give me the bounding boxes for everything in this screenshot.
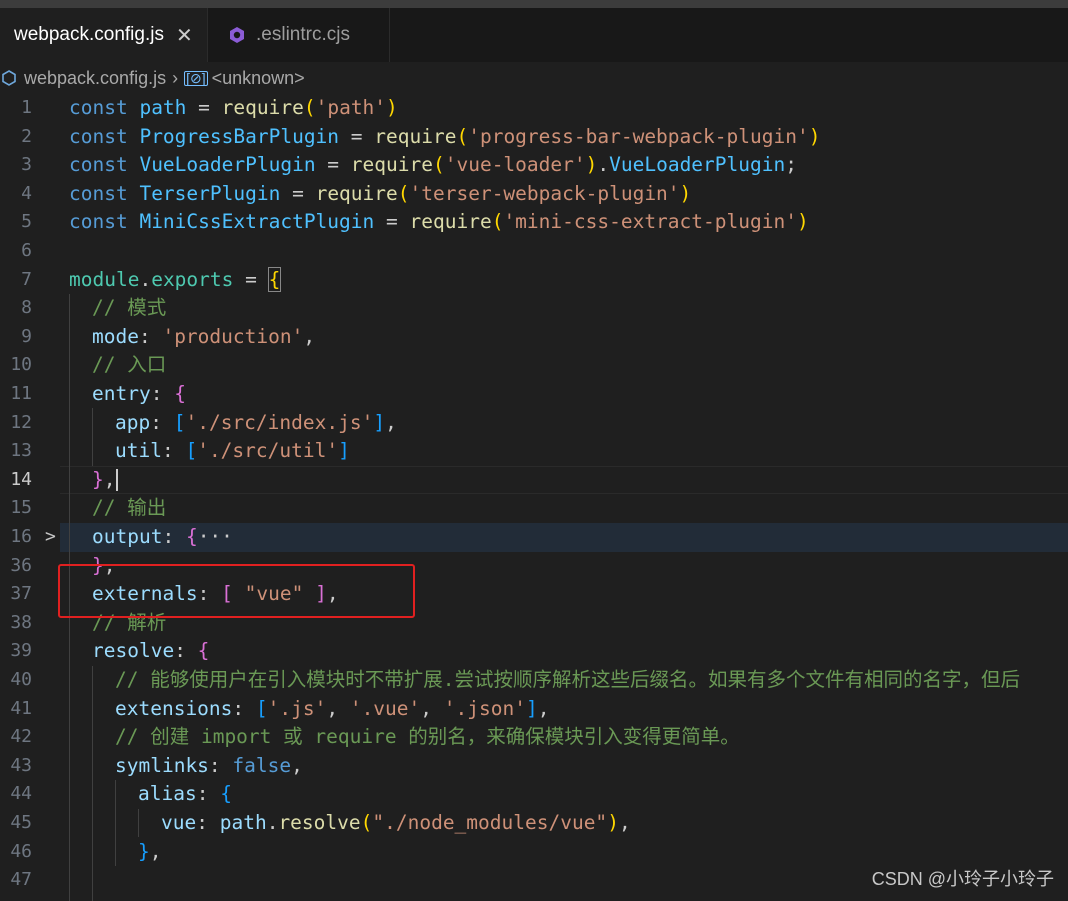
code-line: util: ['./src/util']	[115, 439, 350, 463]
code-line: entry: {	[92, 382, 186, 405]
line-number: 11	[10, 383, 32, 404]
text-cursor	[115, 469, 118, 492]
tab-bar: webpack.config.js ✕ .eslintrc.cjs	[0, 8, 1068, 62]
code-line: module.exports = {	[69, 266, 282, 292]
line-number: 13	[10, 440, 32, 462]
line-number: 37	[10, 583, 32, 605]
code-editor[interactable]: 1 2 3 4 5 6 7 8 9 10 11 12 13 14 15 16 > …	[0, 94, 1068, 901]
code-line: resolve: {	[92, 639, 210, 663]
code-line: mode: 'production',	[92, 324, 316, 348]
line-number: 7	[21, 268, 32, 290]
title-strip	[0, 0, 1068, 8]
line-number: 1	[21, 97, 32, 118]
line-number: 10	[10, 354, 32, 376]
annotation-highlight-box	[58, 564, 415, 618]
code-line: extensions: ['.js', '.vue', '.json'],	[115, 696, 550, 720]
line-number: 15	[10, 497, 32, 519]
symbol-icon: [⊘]	[184, 69, 208, 86]
line-number: 6	[21, 240, 32, 261]
line-number: 45	[10, 812, 32, 833]
chevron-right-icon: ›	[172, 67, 179, 88]
line-number: 41	[10, 697, 32, 719]
code-line: output: {···	[92, 525, 233, 548]
close-icon[interactable]: ✕	[176, 23, 193, 48]
line-number: 44	[10, 783, 32, 805]
breadcrumb-symbol[interactable]: <unknown>	[212, 68, 305, 89]
code-line: },	[138, 839, 162, 863]
comment-line: // 能够使用户在引入模块时不带扩展.尝试按顺序解析这些后缀名。如果有多个文件有…	[115, 668, 1020, 691]
code-line: const MiniCssExtractPlugin = require('mi…	[69, 210, 809, 234]
javascript-file-icon	[2, 70, 16, 86]
watermark: CSDN @小玲子小玲子	[871, 869, 1054, 889]
line-number: 42	[10, 726, 32, 748]
line-number: 8	[21, 297, 32, 319]
chevron-right-icon[interactable]: >	[45, 523, 56, 552]
line-number: 9	[21, 325, 32, 347]
code-line: app: ['./src/index.js'],	[115, 410, 397, 434]
line-number: 4	[21, 182, 32, 204]
code-line: const ProgressBarPlugin = require('progr…	[69, 124, 821, 148]
line-number: 12	[10, 411, 32, 433]
code-line: alias: {	[138, 782, 232, 806]
code-line: },	[92, 467, 118, 492]
line-number: 2	[21, 125, 32, 147]
breadcrumb: webpack.config.js › [⊘] <unknown>	[0, 62, 1068, 94]
code-line: symlinks: false,	[115, 753, 303, 777]
comment-line: // 输出	[92, 496, 167, 520]
line-number: 36	[10, 554, 32, 576]
tab-eslintrc[interactable]: .eslintrc.cjs	[208, 8, 390, 62]
line-number: 5	[21, 211, 32, 233]
code-line: vue: path.resolve("./node_modules/vue"),	[161, 811, 631, 834]
tab-webpack-config[interactable]: webpack.config.js ✕	[0, 8, 208, 62]
line-number-current: 14	[10, 468, 32, 490]
eslint-icon	[230, 27, 244, 43]
line-number: 39	[10, 640, 32, 662]
folded-ellipsis[interactable]: ···	[198, 525, 233, 548]
code-line: const TerserPlugin = require('terser-web…	[69, 181, 692, 205]
code-line: const path = require('path')	[69, 96, 398, 119]
line-number: 3	[21, 154, 32, 176]
comment-line: // 入口	[92, 353, 167, 377]
line-number: 16	[10, 526, 32, 547]
comment-line: // 创建 import 或 require 的别名，来确保模块引入变得更简单。	[115, 725, 740, 749]
tab-label: webpack.config.js	[14, 24, 164, 45]
line-number: 40	[10, 669, 32, 690]
line-number: 46	[10, 840, 32, 862]
javascript-file-icon	[0, 26, 14, 44]
line-number: 38	[10, 611, 32, 633]
code-line: const VueLoaderPlugin = require('vue-loa…	[69, 153, 797, 177]
line-number: 43	[10, 754, 32, 776]
breadcrumb-file[interactable]: webpack.config.js	[24, 68, 166, 89]
line-number: 47	[10, 869, 32, 891]
comment-line: // 模式	[92, 296, 167, 320]
tab-label: .eslintrc.cjs	[256, 24, 350, 45]
